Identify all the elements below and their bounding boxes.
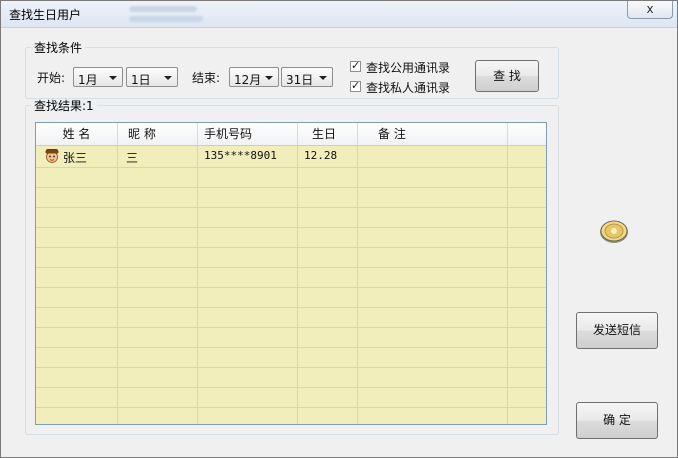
ok-button[interactable]: 确 定 (576, 402, 658, 439)
search-conditions-legend: 查找条件 (34, 41, 83, 55)
end-label: 结束: (192, 71, 221, 85)
end-month-value: 12月 (234, 73, 262, 87)
chevron-down-icon (109, 76, 117, 80)
row-divider (36, 207, 546, 208)
cell-nickname: 三 (126, 151, 139, 165)
row-divider (36, 407, 546, 408)
column-header-phone[interactable]: 手机号码 (198, 123, 298, 145)
chevron-down-icon (265, 76, 273, 80)
search-button[interactable]: 查 找 (475, 60, 539, 92)
user-avatar-icon (44, 148, 60, 167)
row-divider (36, 187, 546, 188)
row-divider (36, 267, 546, 268)
column-header-name[interactable]: 姓 名 (36, 123, 118, 145)
start-day-value: 1日 (131, 73, 151, 87)
start-month-value: 1月 (78, 73, 98, 87)
column-header-note[interactable]: 备 注 (358, 123, 508, 145)
chevron-down-icon (319, 76, 327, 80)
table-header: 姓 名 昵 称 手机号码 生日 备 注 (36, 123, 546, 146)
birthday-search-dialog: 查找生日用户 x 查找条件 开始: 1月 1日 结束: 12月 31日 ✓ 查找… (0, 0, 678, 458)
row-divider (36, 347, 546, 348)
cell-birthday: 12.28 (304, 149, 338, 162)
row-divider (36, 287, 546, 288)
private-contacts-label[interactable]: 查找私人通讯录 (366, 79, 450, 96)
cell-phone: 135****8901 (204, 149, 277, 162)
blurred-title-detail-2 (129, 16, 203, 22)
row-divider (36, 387, 546, 388)
send-sms-button[interactable]: 发送短信 (576, 312, 658, 349)
row-divider (36, 327, 546, 328)
birthday-coin-icon (598, 216, 630, 249)
checkmark-icon: ✓ (351, 79, 361, 92)
public-contacts-label[interactable]: 查找公用通讯录 (366, 59, 450, 76)
search-results-legend: 查找结果:1 (34, 99, 94, 113)
checkmark-icon: ✓ (351, 59, 361, 72)
end-month-select[interactable]: 12月 (229, 67, 279, 87)
row-divider (36, 227, 546, 228)
window-title: 查找生日用户 (9, 8, 82, 22)
close-button[interactable]: x (627, 1, 673, 19)
cell-name: 张三 (63, 151, 88, 165)
private-contacts-checkbox[interactable]: ✓ (350, 79, 361, 92)
start-label: 开始: (37, 71, 66, 85)
start-month-select[interactable]: 1月 (73, 67, 123, 87)
start-day-select[interactable]: 1日 (126, 67, 178, 87)
close-icon: x (646, 2, 654, 16)
column-header-filler (508, 123, 546, 145)
column-header-birthday[interactable]: 生日 (298, 123, 358, 145)
row-divider (36, 247, 546, 248)
row-divider (36, 307, 546, 308)
title-bar: 查找生日用户 x (1, 1, 677, 28)
end-day-select[interactable]: 31日 (281, 67, 333, 87)
results-table[interactable]: 姓 名 昵 称 手机号码 生日 备 注 张三 三 135****8901 12.… (35, 122, 547, 425)
blurred-title-detail (129, 6, 197, 12)
public-contacts-checkbox[interactable]: ✓ (350, 59, 361, 72)
end-day-value: 31日 (286, 73, 314, 87)
row-divider (36, 367, 546, 368)
table-row[interactable]: 张三 三 135****8901 12.28 (36, 146, 546, 167)
row-divider (36, 167, 546, 168)
chevron-down-icon (164, 76, 172, 80)
column-header-nickname[interactable]: 昵 称 (118, 123, 198, 145)
